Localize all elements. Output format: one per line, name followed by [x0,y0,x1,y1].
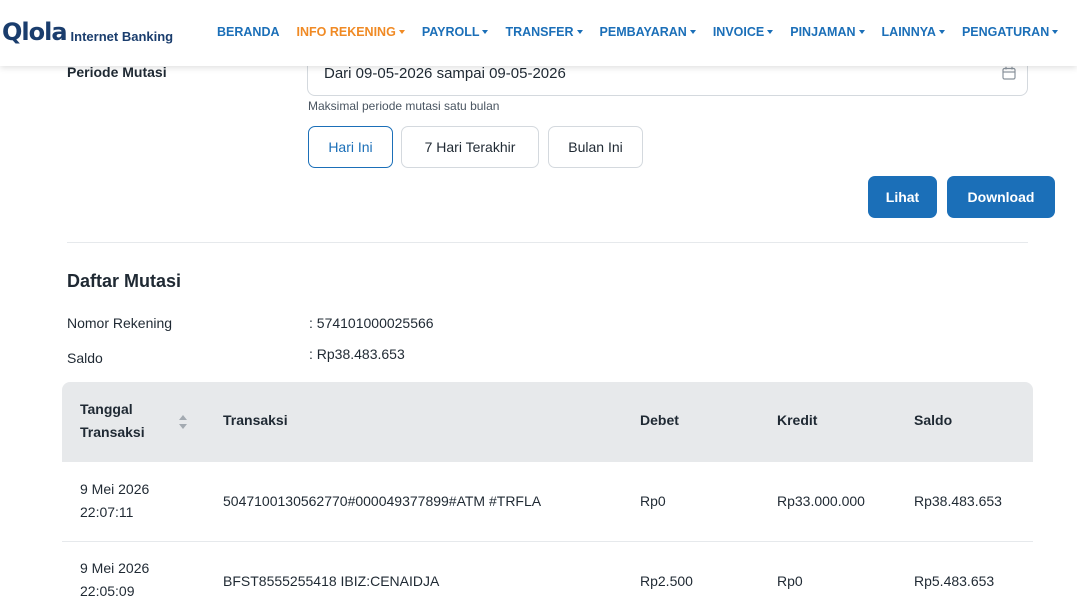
top-navigation-bar: Qlola Internet Banking BERANDA INFO REKE… [0,0,1077,66]
calendar-icon[interactable] [1002,66,1016,80]
nav-lainnya-label: LAINNYA [881,25,936,39]
nav-pinjaman[interactable]: PINJAMAN [790,25,865,39]
main-menu: BERANDA INFO REKENING PAYROLL TRANSFER P… [217,25,1059,39]
header-credit: Kredit [777,412,818,428]
caret-down-icon [482,30,489,34]
download-button[interactable]: Download [947,176,1055,218]
header-balance: Saldo [914,412,953,428]
row-balance: Rp5.483.653 [914,573,995,589]
caret-down-icon [689,30,696,34]
nav-pembayaran[interactable]: PEMBAYARAN [600,25,696,39]
row-description: 5047100130562770#000049377899#ATM #TRFLA [223,493,542,509]
row-credit: Rp0 [777,573,803,589]
download-button-label: Download [967,189,1035,205]
caret-down-icon [576,30,583,34]
view-button-label: Lihat [885,189,920,205]
nav-beranda-label: BERANDA [217,25,280,39]
nav-info-rekening[interactable]: INFO REKENING [297,25,405,39]
qlola-logo[interactable]: Qlola Internet Banking [2,20,173,44]
logo-mark: Qlola [2,18,68,46]
account-number-value: : 574101000025566 [309,315,434,331]
range-this-month-chip[interactable]: Bulan Ini [548,126,643,168]
row-date-day: 9 Mei 2026 [80,481,150,497]
nav-pengaturan-label: PENGATURAN [961,25,1050,39]
range-7-days-chip[interactable]: 7 Hari Terakhir [401,126,539,168]
row-date: 9 Mei 2026 22:07:11 [80,478,149,524]
nav-transfer-label: TRANSFER [505,25,574,39]
statement-title: Daftar Mutasi [67,271,182,291]
header-debit: Debet [640,412,679,428]
nav-pengaturan[interactable]: PENGATURAN [961,25,1059,39]
row-credit: Rp33.000.000 [777,493,865,509]
row-debit: Rp2.500 [640,573,693,589]
header-date-line1: Tanggal [80,401,133,417]
nav-transfer[interactable]: TRANSFER [505,25,583,39]
nav-beranda[interactable]: BERANDA [217,25,280,39]
header-transaction: Transaksi [223,412,288,428]
row-date-day: 9 Mei 2026 [80,560,150,576]
row-date-time: 22:05:09 [80,583,135,599]
table-header: Tanggal Transaksi Transaksi Debet Kredit… [62,382,1033,462]
nav-pembayaran-label: PEMBAYARAN [599,25,687,39]
period-label: Periode Mutasi [67,64,167,80]
nav-invoice[interactable]: INVOICE [712,25,774,39]
row-date-time: 22:07:11 [80,504,134,520]
nav-pinjaman-label: PINJAMAN [790,25,856,39]
header-date-line2: Transaksi [80,424,145,440]
period-hint: Maksimal periode mutasi satu bulan [308,99,500,113]
caret-down-icon [938,30,945,34]
nav-payroll-label: PAYROLL [421,25,480,39]
period-value: Dari 09-05-2026 sampai 09-05-2026 [324,65,566,82]
section-divider [67,242,1028,243]
row-description: BFST8555255418 IBIZ:CENAIDJA [223,573,440,589]
nav-lainnya[interactable]: LAINNYA [882,25,945,39]
row-date: 9 Mei 2026 22:05:09 [80,557,149,600]
account-number-label: Nomor Rekening [67,315,173,331]
table-row: 9 Mei 2026 22:07:11 5047100130562770#000… [62,462,1033,542]
balance-value: : Rp38.483.653 [309,346,405,362]
caret-down-icon [398,30,405,34]
table-row: 9 Mei 2026 22:05:09 BFST8555255418 IBIZ:… [62,542,1033,600]
nav-invoice-label: INVOICE [712,25,765,39]
balance-label: Saldo [67,350,103,366]
row-debit: Rp0 [640,493,666,509]
header-date[interactable]: Tanggal Transaksi [80,398,145,444]
caret-down-icon [858,30,865,34]
row-balance: Rp38.483.653 [914,493,1002,509]
range-today-label: Hari Ini [328,139,373,155]
range-this-month-label: Bulan Ini [568,139,623,155]
range-today-chip[interactable]: Hari Ini [308,126,393,168]
sort-icon[interactable] [178,414,188,430]
nav-info-rekening-label: INFO REKENING [296,25,396,39]
nav-payroll[interactable]: PAYROLL [422,25,489,39]
range-7-days-label: 7 Hari Terakhir [424,139,516,155]
caret-down-icon [1052,30,1059,34]
caret-down-icon [767,30,774,34]
view-button[interactable]: Lihat [868,176,937,218]
logo-text: Internet Banking [70,29,174,44]
